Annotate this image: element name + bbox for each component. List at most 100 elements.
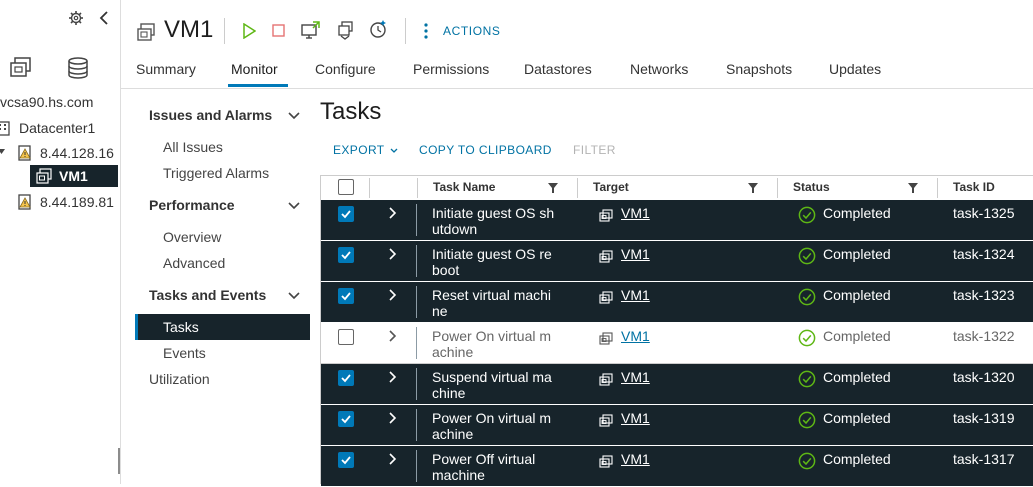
launch-console-icon[interactable] [301,21,320,40]
table-row[interactable]: Initiate guest OS re boot VM1 Completed task… [321,241,1033,282]
nav-item-advanced[interactable]: Advanced [163,255,225,271]
row-divider [416,327,417,359]
row-checkbox[interactable] [338,247,354,263]
export-button[interactable]: EXPORT [333,143,398,157]
row-divider [416,409,417,441]
table-row[interactable]: Reset virtual machi ne VM1 Completed task-13… [321,282,1033,323]
checkmark-circle-icon [798,247,816,265]
tab-updates[interactable]: Updates [829,61,881,77]
target-link[interactable]: VM1 [621,410,650,426]
vms-templates-icon[interactable] [9,56,33,80]
chevron-down-icon[interactable] [288,202,300,210]
column-divider [937,178,938,198]
row-checkbox[interactable] [338,288,354,304]
copy-to-clipboard-button[interactable]: COPY TO CLIPBOARD [419,143,552,157]
nav-group-performance[interactable]: Performance [149,197,235,213]
task-name-line-1: Power Off virtual [432,451,536,467]
filter-button[interactable]: FILTER [573,143,616,157]
table-row[interactable]: Power On virtual m achine VM1 Completed task… [321,405,1033,446]
row-checkbox[interactable] [338,370,354,386]
column-header-task-name[interactable]: Task Name [433,180,495,194]
row-checkbox[interactable] [338,206,354,222]
power-on-icon[interactable] [242,23,256,39]
chevron-down-icon[interactable] [288,112,300,120]
tree-item-label: 8.44.189.81 [40,194,114,210]
row-expand-chevron-icon[interactable] [389,412,397,424]
nav-item-tasks-selected[interactable] [135,314,310,340]
pane-resize-handle[interactable] [118,448,120,474]
select-all-checkbox[interactable] [338,179,354,195]
tree-item-host-1[interactable]: 8.44.128.16 [0,142,120,164]
target-link[interactable]: VM1 [621,246,650,262]
tree-item-datacenter[interactable]: Datacenter1 [0,117,95,139]
nav-item-overview[interactable]: Overview [163,229,221,245]
tab-monitor[interactable]: Monitor [231,61,278,77]
tasks-grid: Task Name Target Status Task ID Initiate… [320,175,1033,487]
gear-icon[interactable] [68,10,84,26]
vm-icon [599,455,613,469]
checkmark-circle-icon [798,452,816,470]
table-row[interactable]: Suspend virtual ma chine VM1 Completed task-… [321,364,1033,405]
column-header-target[interactable]: Target [593,180,629,194]
row-expand-chevron-icon[interactable] [389,330,397,342]
target-link[interactable]: VM1 [621,369,650,385]
nav-group-tasks-events[interactable]: Tasks and Events [149,287,266,303]
row-expand-chevron-icon[interactable] [389,207,397,219]
row-expand-chevron-icon[interactable] [389,453,397,465]
column-header-status[interactable]: Status [793,180,830,194]
target-link[interactable]: VM1 [621,205,650,221]
nav-item-events[interactable]: Events [163,345,206,361]
task-name-line-1: Initiate guest OS re [432,246,552,262]
vm-icon [599,291,613,305]
actions-button[interactable]: ACTIONS [443,24,501,38]
row-expand-chevron-icon[interactable] [389,289,397,301]
tab-snapshots[interactable]: Snapshots [726,61,792,77]
row-checkbox[interactable] [338,452,354,468]
row-expand-chevron-icon[interactable] [389,248,397,260]
nav-item-triggered-alarms[interactable]: Triggered Alarms [163,165,269,181]
tab-networks[interactable]: Networks [630,61,688,77]
vm-icon [599,414,613,428]
checkmark-circle-icon [798,206,816,224]
chevron-down-icon [390,148,398,154]
collapse-chevron-icon[interactable] [98,11,110,25]
more-actions-icon[interactable] [424,23,428,39]
target-link[interactable]: VM1 [621,451,650,467]
target-link[interactable]: VM1 [621,287,650,303]
checkmark-circle-icon [798,329,816,347]
checkmark-circle-icon [798,411,816,429]
row-checkbox[interactable] [338,329,354,345]
tab-configure[interactable]: Configure [315,61,376,77]
storage-icon[interactable] [66,56,90,80]
tree-item-vcenter[interactable]: vcsa90.hs.com [0,91,93,113]
expand-caret-icon[interactable] [0,148,6,156]
snapshot-icon[interactable] [369,19,389,39]
task-name-line-1: Power On virtual m [432,410,552,426]
filter-icon[interactable] [908,183,918,193]
table-row[interactable]: Initiate guest OS sh utdown VM1 Completed ta… [321,200,1033,241]
task-name-line-2: ne [432,303,448,319]
migrate-icon[interactable] [337,21,355,40]
nav-item-all-issues[interactable]: All Issues [163,139,223,155]
tree-item-host-2[interactable]: 8.44.189.81 [0,191,120,213]
task-name-line-2: machine [432,467,485,483]
filter-icon[interactable] [548,183,558,193]
table-row[interactable]: Power On virtual m achine VM1 Completed task… [321,323,1033,364]
nav-group-issues-alarms[interactable]: Issues and Alarms [149,107,272,123]
power-off-icon[interactable] [272,24,285,37]
chevron-down-icon[interactable] [288,292,300,300]
tree-item-vm1[interactable]: VM1 [30,165,118,187]
column-header-task-id[interactable]: Task ID [953,180,995,194]
tab-permissions[interactable]: Permissions [413,61,489,77]
tab-summary[interactable]: Summary [136,61,196,77]
filter-icon[interactable] [748,183,758,193]
status-text: Completed [823,328,891,344]
table-row[interactable]: Power Off virtual machine VM1 Completed task… [321,446,1033,487]
row-expand-chevron-icon[interactable] [389,371,397,383]
nav-item-utilization[interactable]: Utilization [149,371,210,387]
task-id-text: task-1319 [953,410,1015,426]
row-checkbox[interactable] [338,411,354,427]
target-link[interactable]: VM1 [621,328,650,344]
nav-item-tasks[interactable]: Tasks [163,319,199,335]
tab-datastores[interactable]: Datastores [524,61,592,77]
